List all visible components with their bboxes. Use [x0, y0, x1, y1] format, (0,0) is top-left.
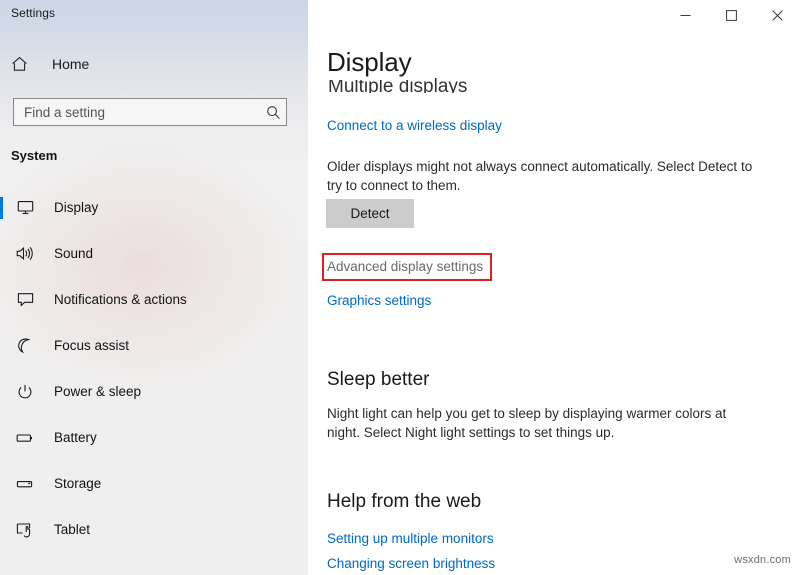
- window-controls: [662, 0, 800, 30]
- sidebar-item-focus-assist[interactable]: Focus assist: [0, 334, 308, 357]
- sidebar-item-battery-label: Battery: [54, 430, 97, 445]
- detect-description: Older displays might not always connect …: [327, 157, 759, 195]
- sidebar-item-notifications-actions-label: Notifications & actions: [54, 292, 187, 307]
- drive-icon: [14, 475, 36, 493]
- sleep-better-description: Night light can help you get to sleep by…: [327, 404, 759, 442]
- detect-button[interactable]: Detect: [326, 199, 414, 228]
- display-settings-content: Multiple displays Display Connect to a w…: [308, 0, 800, 575]
- app-title: Settings: [11, 6, 55, 20]
- watermark: wsxdn.com: [734, 554, 791, 566]
- sidebar-item-notifications-actions[interactable]: Notifications & actions: [0, 288, 308, 311]
- sidebar-item-home-label: Home: [52, 56, 89, 72]
- sidebar-item-focus-assist-label: Focus assist: [54, 338, 129, 353]
- battery-icon: [14, 429, 36, 447]
- graphics-settings-link[interactable]: Graphics settings: [327, 293, 431, 308]
- sidebar-item-storage[interactable]: Storage: [0, 472, 308, 495]
- advanced-display-settings-link[interactable]: Advanced display settings: [327, 259, 483, 274]
- page-title: Display: [327, 44, 428, 80]
- sidebar-item-display-label: Display: [54, 200, 98, 215]
- search-input[interactable]: Find a setting: [13, 98, 287, 126]
- minimize-button[interactable]: [662, 0, 708, 30]
- sidebar-item-display[interactable]: Display: [0, 196, 308, 219]
- sidebar-item-storage-label: Storage: [54, 476, 101, 491]
- sidebar-item-tablet[interactable]: Tablet: [0, 518, 308, 541]
- sidebar-item-tablet-label: Tablet: [54, 522, 90, 537]
- sidebar-item-sound-label: Sound: [54, 246, 93, 261]
- speaker-icon: [14, 245, 36, 263]
- sidebar-item-battery[interactable]: Battery: [0, 426, 308, 449]
- main-content-pane: Multiple displays Display Connect to a w…: [308, 0, 800, 575]
- settings-window: Settings Home Find a setting System: [0, 0, 800, 575]
- monitor-icon: [14, 199, 36, 217]
- close-button[interactable]: [754, 0, 800, 30]
- sidebar-section-label: System: [11, 148, 57, 163]
- power-icon: [14, 383, 36, 401]
- sidebar-item-sound[interactable]: Sound: [0, 242, 308, 265]
- search-placeholder: Find a setting: [24, 105, 260, 120]
- help-from-web-heading: Help from the web: [327, 491, 481, 513]
- home-icon: [11, 54, 33, 74]
- maximize-button[interactable]: [708, 0, 754, 30]
- sidebar-item-home[interactable]: Home: [11, 52, 89, 76]
- moon-icon: [14, 337, 36, 355]
- search-icon[interactable]: [260, 105, 286, 120]
- help-link-changing-screen-brightness[interactable]: Changing screen brightness: [327, 556, 495, 571]
- connect-wireless-display-link[interactable]: Connect to a wireless display: [327, 118, 502, 133]
- sleep-better-heading: Sleep better: [327, 369, 429, 391]
- chat-bubble-icon: [14, 291, 36, 309]
- tablet-hand-icon: [14, 521, 36, 539]
- sidebar: Settings Home Find a setting System: [0, 0, 308, 575]
- sidebar-nav-list: Display Sound: [0, 196, 308, 564]
- selection-accent-bar: [0, 197, 3, 219]
- help-link-setting-up-multiple-monitors[interactable]: Setting up multiple monitors: [327, 531, 494, 546]
- sidebar-item-power-sleep-label: Power & sleep: [54, 384, 141, 399]
- sidebar-item-power-sleep[interactable]: Power & sleep: [0, 380, 308, 403]
